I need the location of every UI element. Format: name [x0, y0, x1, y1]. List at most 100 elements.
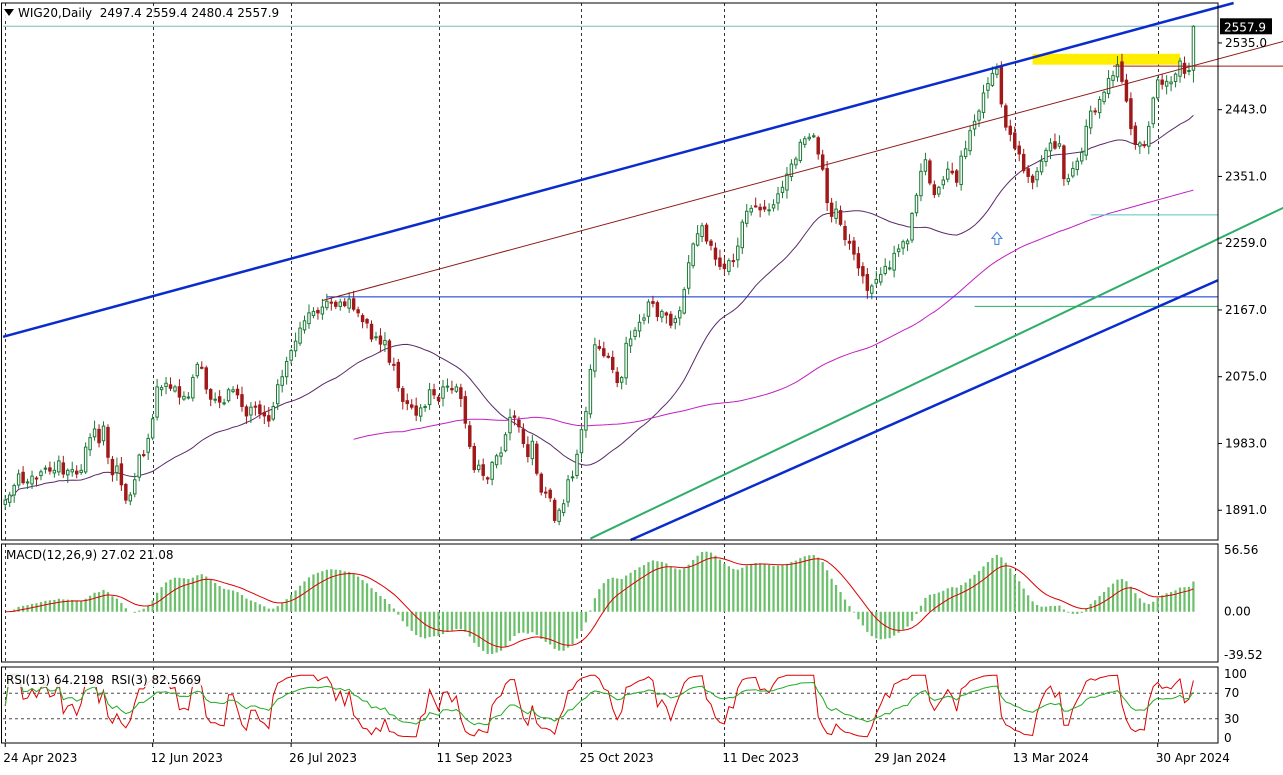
- candle-up: [150, 418, 155, 439]
- candle-up: [1147, 125, 1151, 147]
- candle-down: [235, 388, 240, 396]
- candle-up: [320, 306, 325, 315]
- macd-values: 27.02 21.08: [100, 548, 174, 562]
- candle-down: [954, 170, 959, 183]
- candle-down: [244, 406, 249, 417]
- candle-up: [499, 452, 503, 457]
- candle-down: [110, 458, 115, 476]
- rsi-tick-label: 0: [1224, 731, 1232, 745]
- candle-down: [762, 206, 767, 210]
- candle-up: [347, 298, 351, 309]
- candle-up: [231, 389, 235, 393]
- candle-up: [968, 130, 972, 152]
- candle-up: [794, 158, 798, 166]
- candle-down: [1017, 145, 1021, 155]
- candle-up: [182, 395, 186, 400]
- candle-up: [981, 92, 986, 113]
- candle-down: [369, 323, 374, 340]
- candle-up: [1173, 73, 1178, 83]
- support-zone-layer: [1032, 53, 1181, 65]
- candle-up: [803, 138, 807, 145]
- candle-down: [200, 366, 204, 369]
- candle-down: [1053, 141, 1057, 149]
- candle-down: [334, 301, 338, 307]
- candle-up: [249, 406, 253, 416]
- candle-down: [405, 400, 409, 405]
- candle-up: [798, 141, 803, 161]
- candle-up: [593, 344, 597, 372]
- candle-up: [383, 339, 387, 346]
- candle-down: [597, 346, 602, 349]
- candle-up: [785, 173, 789, 191]
- date-tick-label: 13 Mar 2024: [1013, 751, 1089, 765]
- candle-up: [307, 312, 311, 325]
- candle-up: [1106, 77, 1111, 95]
- candle-down: [378, 335, 383, 345]
- candle-up: [727, 260, 731, 272]
- candle-up: [441, 386, 445, 399]
- candle-down: [262, 412, 267, 417]
- candle-down: [21, 471, 25, 484]
- candle-down: [168, 384, 173, 389]
- candle-up: [284, 360, 289, 378]
- rsi-tick-label: 100: [1224, 667, 1247, 681]
- candle-up: [1088, 110, 1093, 129]
- candle-up: [186, 396, 191, 399]
- candle-down: [999, 66, 1004, 105]
- chart-canvas[interactable]: 2535.0 2443.0 2351.0 2259.0 2167.0 2075.0 1983…: [0, 0, 1283, 771]
- candle-down: [615, 371, 619, 384]
- candle-down: [548, 489, 552, 499]
- candle-up: [633, 329, 637, 337]
- candle-down: [1062, 145, 1066, 180]
- candle-down: [351, 298, 356, 310]
- candle-down: [856, 253, 861, 269]
- candle-down: [141, 454, 146, 457]
- candle-down: [722, 263, 727, 270]
- candle-up: [910, 212, 914, 241]
- candle-down: [718, 257, 722, 267]
- candle-up: [1080, 151, 1084, 162]
- candle-up: [570, 476, 575, 479]
- date-tick-label: 25 Oct 2023: [579, 751, 653, 765]
- candle-up: [870, 285, 874, 294]
- candle-down: [606, 355, 610, 358]
- macd-tick-label: 56.56: [1224, 543, 1258, 557]
- candle-up: [1187, 69, 1191, 72]
- candle-up: [1048, 142, 1053, 152]
- candle-up: [1071, 167, 1075, 177]
- rsi-tick-label: 70: [1224, 686, 1239, 700]
- candle-down: [838, 210, 843, 225]
- candle-down: [1129, 98, 1133, 130]
- candle-up: [39, 471, 43, 477]
- triangle-down-icon[interactable]: [4, 9, 14, 16]
- candle-up: [767, 209, 771, 212]
- candle-up: [695, 233, 700, 246]
- candle-up: [66, 469, 70, 476]
- candle-up: [128, 494, 133, 502]
- candle-up: [508, 416, 512, 434]
- candle-up: [191, 376, 195, 399]
- candle-up: [1039, 160, 1044, 173]
- candle-up: [1097, 99, 1102, 114]
- candle-down: [1120, 61, 1124, 82]
- upper-channel-line: [2, 1, 1234, 339]
- rsi-tick-label: 30: [1224, 712, 1239, 726]
- symbol-label: WIG20,Daily: [18, 6, 93, 20]
- candle-up: [52, 469, 57, 474]
- candle-up: [195, 363, 200, 377]
- candle-up: [1044, 149, 1048, 163]
- candle-up: [92, 428, 97, 438]
- main-pane-header: WIG20,Daily 2497.4 2559.4 2480.4 2557.9: [4, 6, 280, 20]
- candle-down: [651, 301, 655, 304]
- price-tick-label: 1891.0: [1225, 503, 1267, 517]
- candle-up: [476, 464, 481, 470]
- candle-up: [566, 479, 570, 503]
- candle-down: [932, 184, 937, 196]
- candle-up: [213, 398, 217, 401]
- price-tick-label: 2535.0: [1225, 36, 1267, 50]
- candle-up: [619, 376, 624, 383]
- uptrend-line: [589, 206, 1283, 540]
- price-tick-label: 2259.0: [1225, 236, 1267, 250]
- candle-down: [119, 463, 124, 486]
- candle-up: [70, 469, 74, 473]
